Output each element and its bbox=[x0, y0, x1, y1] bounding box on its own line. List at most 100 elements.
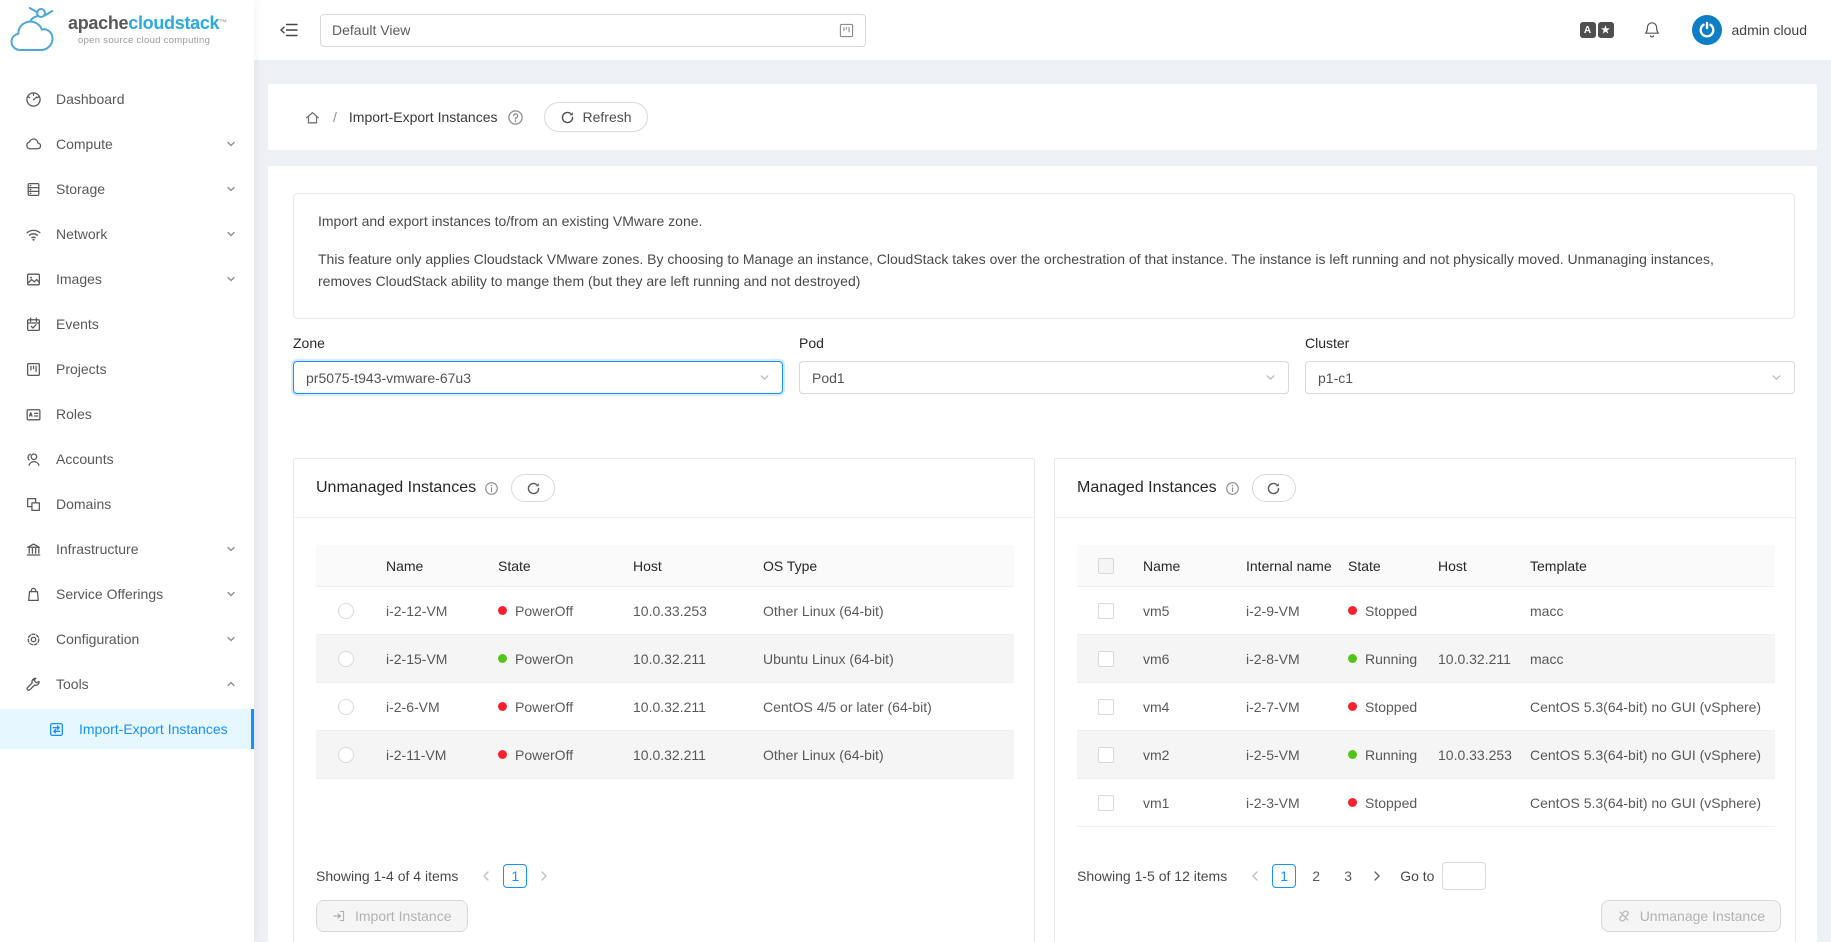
unmanaged-pagination: Showing 1-4 of 4 items 1 bbox=[316, 862, 557, 890]
table-row[interactable]: vm5 i-2-9-VM Stopped macc bbox=[1077, 587, 1775, 635]
sidebar-item-projects[interactable]: Projects bbox=[0, 349, 254, 389]
prev-page-icon[interactable] bbox=[481, 870, 491, 882]
sidebar-item-service-offerings[interactable]: Service Offerings bbox=[0, 574, 254, 614]
cell-os-type: Ubuntu Linux (64-bit) bbox=[751, 651, 1014, 667]
cell-template: CentOS 5.3(64-bit) no GUI (vSphere) bbox=[1518, 795, 1775, 811]
info-icon[interactable] bbox=[484, 481, 499, 496]
zone-label: Zone bbox=[293, 335, 783, 351]
translate-icon[interactable]: A ★ bbox=[1580, 22, 1614, 38]
refresh-button[interactable]: Refresh bbox=[544, 102, 648, 132]
sidebar-item-domains[interactable]: Domains bbox=[0, 484, 254, 524]
user-avatar[interactable] bbox=[1692, 15, 1722, 45]
project-selector[interactable]: Default View bbox=[320, 14, 866, 47]
row-radio[interactable] bbox=[338, 699, 354, 715]
unmanaged-card-header: Unmanaged Instances bbox=[294, 459, 1034, 518]
sidebar-item-label: Tools bbox=[56, 676, 226, 692]
home-icon[interactable] bbox=[304, 109, 321, 126]
chevron-down-icon bbox=[226, 634, 236, 644]
select-all-checkbox[interactable] bbox=[1098, 558, 1114, 574]
sidebar-item-storage[interactable]: Storage bbox=[0, 169, 254, 209]
managed-pagination: Showing 1-5 of 12 items 1 2 3 Go to bbox=[1077, 862, 1486, 890]
sidebar-item-events[interactable]: Events bbox=[0, 304, 254, 344]
pod-select[interactable]: Pod1 bbox=[799, 361, 1289, 394]
row-checkbox[interactable] bbox=[1098, 795, 1114, 811]
row-checkbox[interactable] bbox=[1098, 699, 1114, 715]
column-header-state: State bbox=[1336, 558, 1426, 574]
reload-icon bbox=[560, 110, 575, 125]
intro-paragraph-1: Import and export instances to/from an e… bbox=[318, 210, 1770, 232]
sidebar-item-images[interactable]: Images bbox=[0, 259, 254, 299]
unmanaged-table: Name State Host OS Type i-2-12-VM PowerO… bbox=[316, 545, 1014, 779]
sidebar-item-network[interactable]: Network bbox=[0, 214, 254, 254]
sidebar-item-tools[interactable]: Tools bbox=[0, 664, 254, 704]
unmanage-instance-button[interactable]: Unmanage Instance bbox=[1601, 900, 1781, 932]
page-number-3[interactable]: 3 bbox=[1336, 864, 1360, 888]
page-number-2[interactable]: 2 bbox=[1304, 864, 1328, 888]
state-label: Stopped bbox=[1365, 603, 1417, 619]
help-question-icon[interactable] bbox=[507, 109, 524, 126]
next-page-icon[interactable] bbox=[539, 870, 549, 882]
cluster-select[interactable]: p1-c1 bbox=[1305, 361, 1795, 394]
sidebar-item-accounts[interactable]: Accounts bbox=[0, 439, 254, 479]
sidebar-item-label: Events bbox=[56, 316, 236, 332]
table-row[interactable]: vm1 i-2-3-VM Stopped CentOS 5.3(64-bit) … bbox=[1077, 779, 1775, 827]
goto-page-input[interactable] bbox=[1442, 862, 1486, 890]
main-content: Import and export instances to/from an e… bbox=[268, 166, 1817, 942]
cell-state: Stopped bbox=[1336, 795, 1426, 811]
brand-name-cloudstack: cloudstack bbox=[128, 13, 219, 33]
table-row[interactable]: i-2-15-VM PowerOn 10.0.32.211 Ubuntu Lin… bbox=[316, 635, 1014, 683]
wrench-icon bbox=[25, 676, 42, 693]
prev-page-icon[interactable] bbox=[1250, 870, 1260, 882]
cell-name: i-2-12-VM bbox=[374, 603, 486, 619]
sidebar-item-roles[interactable]: Roles bbox=[0, 394, 254, 434]
table-row[interactable]: vm4 i-2-7-VM Stopped CentOS 5.3(64-bit) … bbox=[1077, 683, 1775, 731]
managed-refresh-button[interactable] bbox=[1252, 474, 1296, 502]
next-page-icon[interactable] bbox=[1372, 870, 1382, 882]
table-row[interactable]: vm2 i-2-5-VM Running 10.0.33.253 CentOS … bbox=[1077, 731, 1775, 779]
menu-fold-icon[interactable] bbox=[280, 22, 298, 38]
import-icon bbox=[332, 909, 346, 923]
cell-internal-name: i-2-9-VM bbox=[1234, 603, 1336, 619]
cell-name: vm5 bbox=[1131, 603, 1234, 619]
table-row[interactable]: i-2-11-VM PowerOff 10.0.32.211 Other Lin… bbox=[316, 731, 1014, 779]
page-number-1[interactable]: 1 bbox=[1272, 864, 1296, 888]
project-icon bbox=[25, 361, 42, 378]
state-label: PowerOn bbox=[515, 651, 573, 667]
cell-internal-name: i-2-5-VM bbox=[1234, 747, 1336, 763]
row-radio[interactable] bbox=[338, 747, 354, 763]
cell-name: i-2-15-VM bbox=[374, 651, 486, 667]
project-selector-value: Default View bbox=[332, 22, 410, 38]
chevron-down-icon bbox=[1265, 372, 1276, 383]
row-radio[interactable] bbox=[338, 603, 354, 619]
table-row[interactable]: vm6 i-2-8-VM Running 10.0.32.211 macc bbox=[1077, 635, 1775, 683]
row-checkbox[interactable] bbox=[1098, 651, 1114, 667]
info-icon[interactable] bbox=[1225, 481, 1240, 496]
unmanaged-refresh-button[interactable] bbox=[511, 474, 555, 502]
zone-select[interactable]: pr5075-t943-vmware-67u3 bbox=[293, 361, 783, 394]
cell-name: vm4 bbox=[1131, 699, 1234, 715]
shopping-bag-icon bbox=[25, 586, 42, 603]
breadcrumb-bar: / Import-Export Instances Refresh bbox=[268, 84, 1817, 150]
status-dot bbox=[1348, 750, 1357, 759]
sidebar-item-infrastructure[interactable]: Infrastructure bbox=[0, 529, 254, 569]
notifications-bell-icon[interactable] bbox=[1642, 20, 1662, 40]
brand-tagline: open source cloud computing bbox=[78, 35, 227, 46]
sidebar-item-import-export-instances[interactable]: Import-Export Instances bbox=[0, 709, 254, 749]
sidebar-item-compute[interactable]: Compute bbox=[0, 124, 254, 164]
page-number-1[interactable]: 1 bbox=[503, 864, 527, 888]
row-checkbox[interactable] bbox=[1098, 603, 1114, 619]
cluster-label: Cluster bbox=[1305, 335, 1795, 351]
cell-host: 10.0.32.211 bbox=[621, 747, 751, 763]
row-checkbox[interactable] bbox=[1098, 747, 1114, 763]
managed-card-header: Managed Instances bbox=[1055, 459, 1795, 518]
chevron-down-icon bbox=[759, 372, 770, 383]
row-radio[interactable] bbox=[338, 651, 354, 667]
sidebar-item-dashboard[interactable]: Dashboard bbox=[0, 79, 254, 119]
import-instance-button[interactable]: Import Instance bbox=[316, 900, 468, 932]
table-row[interactable]: i-2-12-VM PowerOff 10.0.33.253 Other Lin… bbox=[316, 587, 1014, 635]
unmanaged-table-header: Name State Host OS Type bbox=[316, 545, 1014, 587]
table-row[interactable]: i-2-6-VM PowerOff 10.0.32.211 CentOS 4/5… bbox=[316, 683, 1014, 731]
cell-state: PowerOff bbox=[486, 603, 621, 619]
username[interactable]: admin cloud bbox=[1732, 22, 1808, 38]
sidebar-item-configuration[interactable]: Configuration bbox=[0, 619, 254, 659]
